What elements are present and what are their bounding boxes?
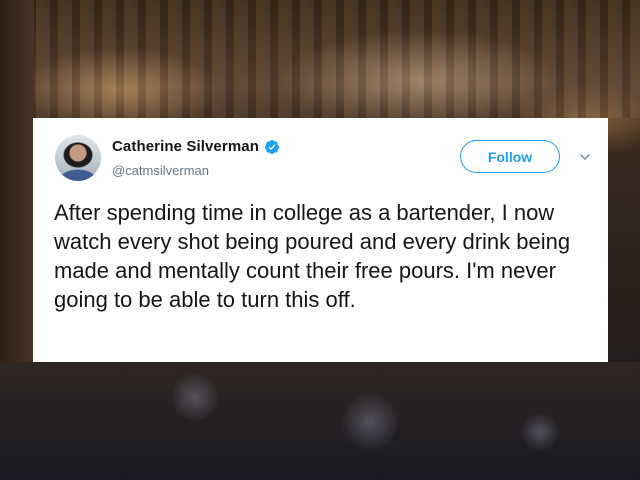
tweet-card: Catherine Silverman @catmsilverman Follo… xyxy=(33,118,608,362)
bokeh-light xyxy=(170,372,220,422)
display-name[interactable]: Catherine Silverman xyxy=(112,138,259,155)
chevron-down-icon[interactable] xyxy=(578,150,592,164)
follow-button[interactable]: Follow xyxy=(460,140,560,173)
bokeh-light xyxy=(520,412,560,452)
bar-counter xyxy=(0,362,640,480)
tweet-text: After spending time in college as a bart… xyxy=(54,200,571,312)
avatar[interactable] xyxy=(55,135,101,181)
user-handle[interactable]: @catmsilverman xyxy=(112,163,209,178)
author-name-row: Catherine Silverman xyxy=(112,138,280,155)
liquor-shelf xyxy=(0,0,640,118)
verified-badge-icon xyxy=(264,139,279,154)
bokeh-light xyxy=(340,392,400,452)
